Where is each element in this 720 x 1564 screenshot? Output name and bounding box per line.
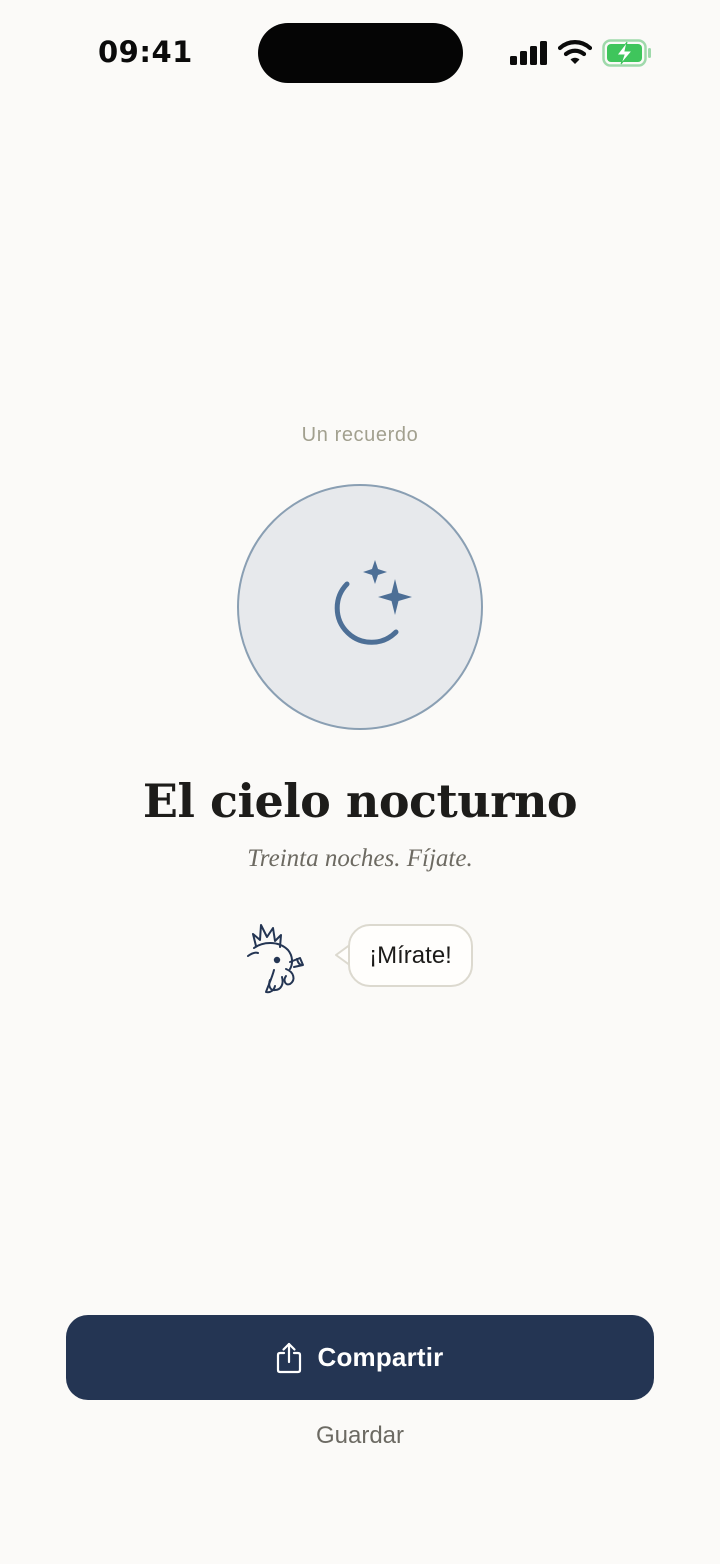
cellular-signal-icon (510, 41, 547, 65)
share-button-label: Compartir (317, 1342, 444, 1372)
memory-title: El cielo nocturno (142, 774, 578, 828)
dynamic-island (258, 23, 463, 83)
save-button[interactable]: Guardar (0, 1422, 720, 1450)
memory-subtitle: Treinta noches. Fíjate. (247, 845, 473, 872)
wifi-icon (558, 40, 592, 64)
rooster-icon (247, 924, 304, 994)
status-time: 09:41 (98, 35, 193, 69)
eyebrow-label: Un recuerdo (301, 424, 419, 446)
memory-medallion (237, 484, 483, 730)
speech-bubble: ¡Mírate! (348, 924, 473, 987)
status-bar: 09:41 (0, 0, 720, 104)
share-button[interactable]: Compartir (66, 1315, 654, 1400)
status-icons (508, 36, 658, 70)
moon-stars-icon (334, 560, 412, 645)
battery-charging-icon (602, 39, 651, 67)
share-icon (277, 1342, 302, 1373)
